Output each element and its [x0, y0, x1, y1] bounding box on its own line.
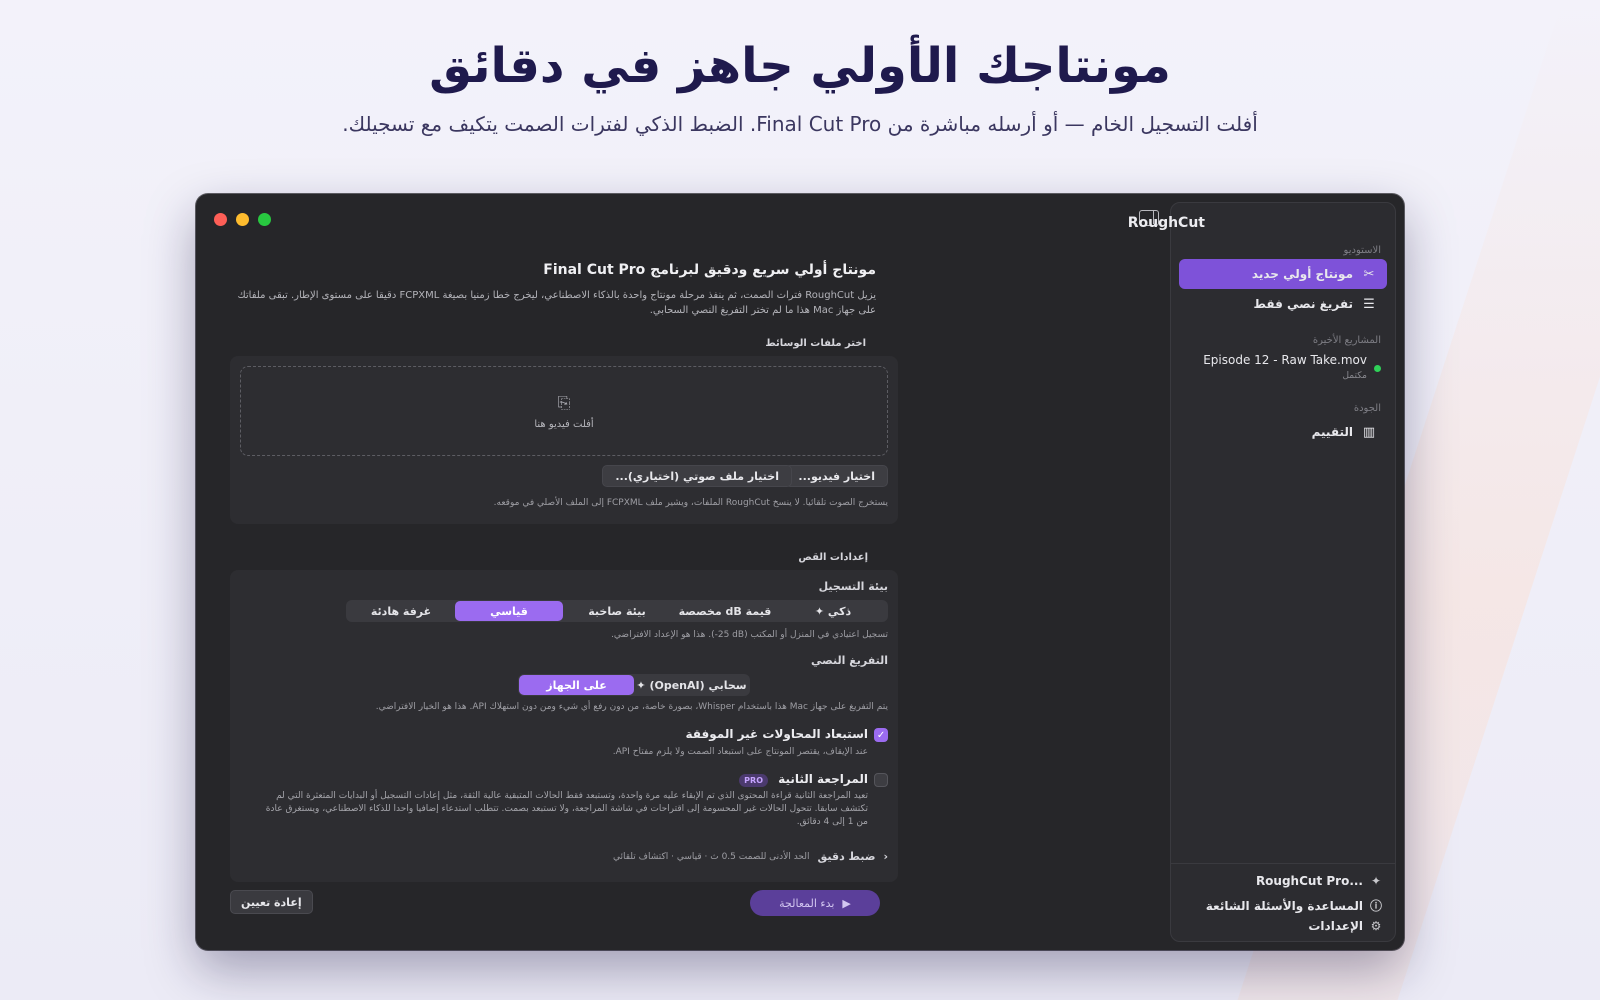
- drop-zone-text: أفلت فيديو هنا: [534, 418, 594, 430]
- play-icon: ▶: [842, 896, 851, 910]
- sidebar-item-transcript-only[interactable]: ☰ تفريغ نصي فقط: [1179, 289, 1387, 319]
- transcription-note: يتم التفريغ على جهاز Mac هذا باستخدام Wh…: [375, 702, 888, 712]
- transcription-segmented-control: سحابي (OpenAI) ✦ على الجهاز: [518, 674, 750, 696]
- sidebar-item-new-rough-cut[interactable]: ✂ مونتاج أولي جديد: [1179, 259, 1387, 289]
- footer-item-label: الإعدادات: [1308, 919, 1363, 933]
- recent-projects-heading: المشاريع الأخيرة: [1312, 335, 1381, 346]
- env-option-standard[interactable]: قياسي: [455, 601, 563, 621]
- sidebar-item-pro[interactable]: ✦ RoughCut Pro...: [1256, 874, 1383, 888]
- sidebar-item-label: تفريغ نصي فقط: [1253, 297, 1353, 311]
- fine-tune-disclosure[interactable]: ‹ ضبط دقيق الحد الأدنى للصمت 0.5 ث · قيا…: [613, 850, 888, 863]
- environment-segmented-control: ذكي ✦ قيمة dB مخصصة بيئة صاخبة قياسي غرف…: [346, 600, 888, 622]
- exclude-takes-note: عند الإيقاف، يقتصر المونتاج على استبعاد …: [612, 747, 868, 757]
- chevron-left-icon: ‹: [883, 850, 888, 863]
- env-option-smart[interactable]: ذكي ✦: [779, 601, 887, 621]
- video-drop-zone[interactable]: ⎘ أفلت فيديو هنا: [240, 366, 888, 456]
- exclude-takes-checkbox[interactable]: ✓: [874, 728, 888, 742]
- sidebar-footer: ✦ RoughCut Pro... ⓘ المساعدة والأسئلة ال…: [1171, 863, 1395, 941]
- exclude-takes-label: استبعاد المحاولات غير الموفقة: [685, 727, 868, 741]
- footer-item-label: المساعدة والأسئلة الشائعة: [1205, 898, 1363, 913]
- start-processing-button[interactable]: ▶ بدء المعالجة: [750, 890, 880, 916]
- transcription-option-cloud[interactable]: سحابي (OpenAI) ✦: [634, 675, 749, 695]
- second-review-note: تعيد المراجعة الثانية قراءة المحتوى الذي…: [265, 791, 868, 827]
- recent-project-name: Episode 12 - Raw Take.mov: [1203, 353, 1367, 367]
- cut-settings-card: بيئة التسجيل ذكي ✦ قيمة dB مخصصة بيئة صا…: [230, 570, 898, 882]
- pro-badge: PRO: [739, 774, 768, 787]
- studio-heading: الاستوديو: [1343, 245, 1381, 256]
- transcript-icon: ☰: [1363, 296, 1375, 312]
- media-card: ⎘ أفلت فيديو هنا اختيار فيديو... اختيار …: [230, 356, 898, 524]
- start-processing-label: بدء المعالجة: [779, 896, 835, 910]
- footer-item-label: RoughCut Pro...: [1255, 874, 1363, 888]
- page-description: يزيل RoughCut فترات الصمت، ثم ينفذ مرحلة…: [237, 290, 876, 316]
- choose-audio-button[interactable]: اختيار ملف صوتي (اختياري)...: [602, 465, 792, 487]
- fine-tune-summary: الحد الأدنى للصمت 0.5 ث · قياسي · اكتشاف…: [613, 851, 810, 862]
- page-title: مونتاج أولي سريع ودقيق لبرنامج Final Cut…: [543, 262, 876, 278]
- second-review-label: المراجعة الثانية: [778, 772, 868, 786]
- transcription-option-on-device[interactable]: على الجهاز: [519, 675, 634, 695]
- sidebar-item-rating[interactable]: ▥ التقييم: [1179, 417, 1387, 447]
- file-download-icon: ⎘: [557, 392, 571, 412]
- hero-subline: أفلت التسجيل الخام — أو أرسله مباشرة من …: [342, 112, 1258, 136]
- sidebar-item-help[interactable]: ⓘ المساعدة والأسئلة الشائعة: [1206, 897, 1383, 914]
- media-section-label: اختر ملفات الوسائط: [765, 338, 866, 349]
- env-option-quiet-room[interactable]: غرفة هادئة: [347, 601, 455, 621]
- quality-heading: الجودة: [1353, 403, 1381, 414]
- fine-tune-label: ضبط دقيق: [817, 850, 876, 863]
- env-option-custom-db[interactable]: قيمة dB مخصصة: [671, 601, 779, 621]
- sidebar-item-settings[interactable]: ⚙ الإعدادات: [1308, 919, 1383, 933]
- second-review-checkbox[interactable]: [874, 773, 888, 787]
- media-note: يستخرج الصوت تلقائيا. لا ينسخ RoughCut ا…: [493, 498, 888, 508]
- sparkle-icon: ✦: [1370, 874, 1382, 888]
- sidebar-item-label: التقييم: [1311, 425, 1353, 439]
- gear-icon: ⚙: [1370, 919, 1382, 933]
- reset-button[interactable]: إعادة تعيين: [230, 890, 313, 914]
- app-title: RoughCut: [1127, 215, 1205, 231]
- environment-label: بيئة التسجيل: [818, 580, 888, 593]
- hero-headline: مونتاجك الأولي جاهز في دقائق: [429, 38, 1171, 94]
- main-content: مونتاج أولي سريع ودقيق لبرنامج Final Cut…: [196, 194, 1170, 950]
- bar-chart-icon: ▥: [1362, 424, 1376, 440]
- env-option-noisy[interactable]: بيئة صاخبة: [563, 601, 671, 621]
- recent-project-status: مكتمل: [1342, 371, 1367, 381]
- cut-settings-label: إعدادات القص: [798, 552, 868, 563]
- status-dot: [1374, 365, 1381, 372]
- app-window: مونتاج أولي سريع ودقيق لبرنامج Final Cut…: [196, 194, 1404, 950]
- help-icon: ⓘ: [1369, 899, 1382, 913]
- environment-note: تسجيل اعتيادي في المنزل أو المكتب (‎-25 …: [611, 630, 888, 640]
- sidebar-item-label: مونتاج أولي جديد: [1251, 267, 1353, 281]
- choose-video-button[interactable]: اختيار فيديو...: [785, 465, 888, 487]
- scissors-icon: ✂: [1363, 266, 1375, 282]
- recent-project-item[interactable]: Episode 12 - Raw Take.mov مكتمل: [1191, 353, 1381, 387]
- sidebar: RoughCut الاستوديو ✂ مونتاج أولي جديد ☰ …: [1128, 202, 1396, 942]
- transcription-label: التفريغ النصي: [811, 654, 888, 667]
